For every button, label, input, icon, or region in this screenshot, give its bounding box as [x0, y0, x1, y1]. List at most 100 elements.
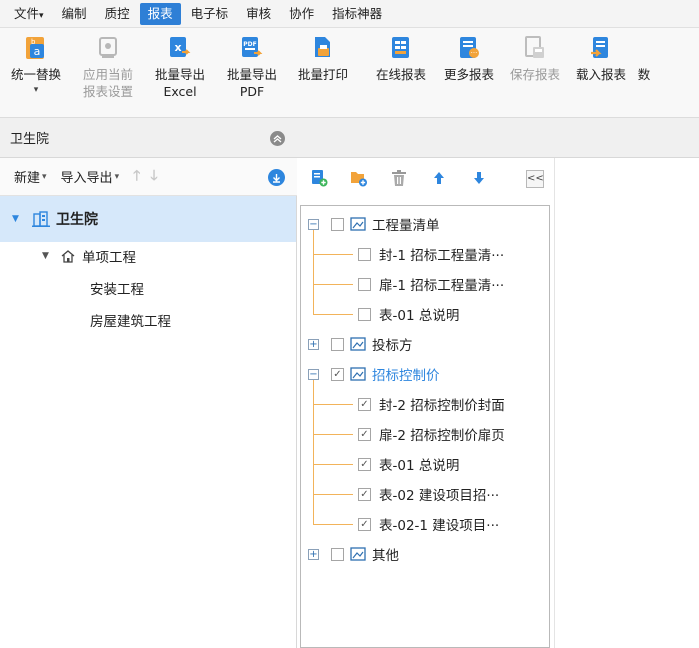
- menu-report[interactable]: 报表: [139, 2, 181, 25]
- report-group-row[interactable]: − ✓ 招标控制价: [308, 359, 440, 389]
- report-group-label: 投标方: [372, 338, 413, 354]
- menu-collaborate[interactable]: 协作: [281, 3, 322, 25]
- report-item-label: 扉-1 招标工程量清···: [379, 278, 505, 294]
- import-export-button[interactable]: 导入导出 ▾: [61, 167, 120, 186]
- report-item-row[interactable]: ✓ 表-02-1 建设项目···: [358, 509, 499, 539]
- move-up-button[interactable]: [429, 168, 449, 188]
- save-report-icon: [522, 34, 548, 62]
- checkbox[interactable]: [358, 247, 371, 261]
- checkbox-checked[interactable]: ✓: [331, 367, 344, 381]
- add-folder-icon: [351, 172, 367, 187]
- checkbox-checked[interactable]: ✓: [358, 397, 371, 411]
- building-icon: [32, 211, 50, 227]
- move-down-icon[interactable]: 🡓: [150, 165, 157, 189]
- load-report-button[interactable]: 载入报表: [568, 34, 634, 117]
- svg-text:a: a: [34, 45, 41, 58]
- report-item-row[interactable]: ✓ 表-02 建设项目招···: [358, 479, 499, 509]
- pdf-export-icon: PDF: [239, 34, 265, 62]
- checkbox[interactable]: [331, 547, 344, 561]
- batch-export-excel-button[interactable]: x 批量导出 Excel: [144, 34, 216, 117]
- tree-line: [313, 434, 353, 435]
- checkbox-checked[interactable]: ✓: [358, 487, 371, 501]
- expand-triangle-icon[interactable]: ▼: [12, 214, 28, 224]
- report-item-label: 扉-2 招标控制价扉页: [379, 428, 505, 444]
- tree-item-single-project[interactable]: ▼ 单项工程: [0, 240, 296, 272]
- menu-quality[interactable]: 质控: [97, 3, 138, 25]
- checkbox[interactable]: [358, 277, 371, 291]
- collapse-minus-icon[interactable]: −: [308, 218, 319, 230]
- ribbon-toolbar: ab 统一替换 ▾ 应用当前 报表设置 x 批量导出 Excel PDF 批量导…: [0, 28, 699, 118]
- tree-line: [313, 314, 353, 315]
- tree-item-label: 单项工程: [82, 250, 136, 266]
- checkbox[interactable]: [358, 307, 371, 321]
- expand-triangle-icon[interactable]: ▼: [42, 251, 58, 261]
- collapse-minus-icon[interactable]: −: [308, 368, 319, 380]
- report-group-label: 其他: [372, 548, 399, 564]
- tree-line: [313, 380, 314, 524]
- report-group-label: 工程量清单: [372, 218, 440, 234]
- report-item-row[interactable]: 扉-1 招标工程量清···: [358, 269, 504, 299]
- tree-line: [313, 404, 353, 405]
- report-item-label: 封-2 招标控制价封面: [379, 398, 505, 414]
- apply-report-settings-button[interactable]: 应用当前 报表设置: [72, 34, 144, 117]
- add-folder-button[interactable]: [349, 168, 369, 188]
- left-toolbar: 新建 ▾ 导入导出 ▾ 🡑 🡓: [0, 158, 297, 196]
- report-item-row[interactable]: ✓ 扉-2 招标控制价扉页: [358, 419, 505, 449]
- save-report-button[interactable]: 保存报表: [502, 34, 568, 117]
- tree-root-item[interactable]: ▼ 卫生院: [0, 196, 296, 242]
- checkbox-checked[interactable]: ✓: [358, 517, 371, 531]
- more-reports-button[interactable]: ··· 更多报表: [436, 34, 502, 117]
- menu-index-tool[interactable]: 指标神器: [324, 3, 390, 25]
- move-up-icon[interactable]: 🡑: [133, 165, 140, 189]
- add-report-button[interactable]: [309, 168, 329, 188]
- more-reports-icon: ···: [456, 34, 482, 62]
- excel-export-icon: x: [167, 34, 193, 62]
- menu-file[interactable]: 文件▾: [6, 3, 52, 25]
- report-item-label: 表-01 总说明: [379, 458, 460, 474]
- tree-root-label: 卫生院: [56, 212, 98, 228]
- report-group-row[interactable]: + 投标方: [308, 329, 413, 359]
- download-icon[interactable]: [268, 169, 285, 186]
- report-group-row[interactable]: − 工程量清单: [308, 209, 440, 239]
- report-item-row[interactable]: ✓ 表-01 总说明: [358, 449, 459, 479]
- online-report-button[interactable]: 在线报表: [366, 34, 436, 117]
- report-tree: − 工程量清单 封-1 招标工程量清··· 扉-1 招标工程量清··· 表-01…: [300, 205, 550, 648]
- batch-print-button[interactable]: 批量打印: [288, 34, 358, 117]
- delete-button[interactable]: [389, 168, 409, 188]
- tree-item-install[interactable]: 安装工程: [0, 272, 296, 304]
- home-icon: [61, 249, 75, 263]
- checkbox[interactable]: [331, 337, 344, 351]
- menu-e-bid[interactable]: 电子标: [183, 3, 237, 25]
- load-report-icon: [588, 34, 614, 62]
- tree-item-building[interactable]: 房屋建筑工程: [0, 304, 296, 336]
- apply-settings-icon: [95, 34, 121, 62]
- checkbox[interactable]: [331, 217, 344, 231]
- tree-line: [313, 230, 314, 314]
- arrow-down-icon: [474, 172, 484, 184]
- new-button[interactable]: 新建 ▾: [14, 167, 47, 186]
- checkbox-checked[interactable]: ✓: [358, 457, 371, 471]
- report-group-row[interactable]: + 其他: [308, 539, 399, 569]
- report-item-row[interactable]: ✓ 封-2 招标控制价封面: [358, 389, 505, 419]
- report-folder-icon: [350, 367, 366, 381]
- collapse-panel-button[interactable]: <<: [526, 170, 544, 188]
- expand-plus-icon[interactable]: +: [308, 338, 319, 350]
- left-panel-header: 卫生院: [0, 118, 297, 158]
- truncated-ribbon-button[interactable]: 数: [634, 34, 654, 117]
- move-down-button[interactable]: [469, 168, 489, 188]
- svg-text:b: b: [31, 38, 36, 46]
- report-item-label: 表-02-1 建设项目···: [379, 518, 500, 534]
- tree-line: [313, 524, 353, 525]
- unify-replace-button[interactable]: ab 统一替换 ▾: [0, 34, 72, 117]
- checkbox-checked[interactable]: ✓: [358, 427, 371, 441]
- report-toolbar: <<: [297, 158, 554, 198]
- collapse-up-icon[interactable]: [270, 131, 285, 146]
- report-item-row[interactable]: 封-1 招标工程量清···: [358, 239, 504, 269]
- batch-export-pdf-button[interactable]: PDF 批量导出 PDF: [216, 34, 288, 117]
- report-item-label: 表-02 建设项目招···: [379, 488, 500, 504]
- expand-plus-icon[interactable]: +: [308, 548, 319, 560]
- online-report-icon: [388, 34, 414, 62]
- report-item-row[interactable]: 表-01 总说明: [358, 299, 459, 329]
- menu-edit[interactable]: 编制: [54, 3, 95, 25]
- menu-review[interactable]: 审核: [238, 3, 279, 25]
